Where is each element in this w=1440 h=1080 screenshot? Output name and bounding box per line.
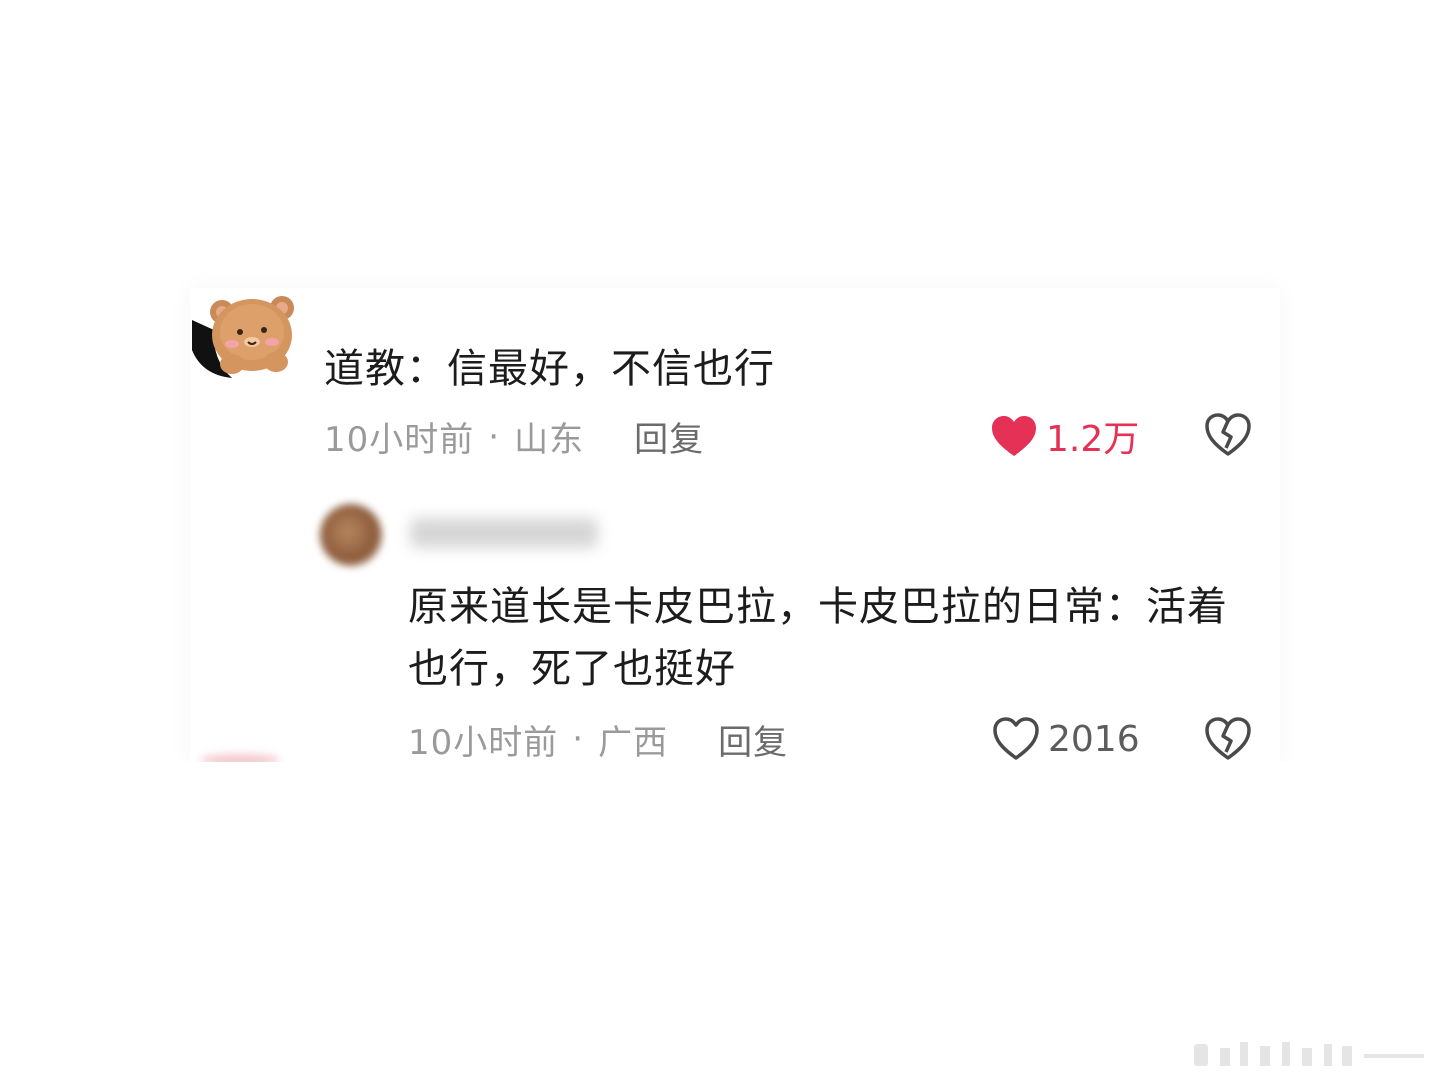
dislike-button[interactable] [1204,716,1252,766]
dislike-button[interactable] [1204,412,1252,462]
meta-separator: · [572,719,585,759]
reply-username-blurred[interactable] [410,518,598,548]
comment-text: 道教：信最好，不信也行 [324,346,775,392]
comment-location: 山东 [514,420,585,460]
like-button[interactable]: 2016 [992,716,1140,762]
comment-meta: 10小时前 · 山东 回复 [324,412,704,461]
bear-avatar-icon [192,296,294,378]
comment-location: 广西 [598,722,669,763]
like-button[interactable]: 1.2万 [990,410,1139,462]
broken-heart-icon [1205,717,1251,760]
avatar[interactable] [192,290,300,380]
like-count: 2016 [1048,718,1140,760]
comment-time: 10小时前 [324,420,475,460]
reply-button[interactable]: 回复 [718,716,788,763]
reply-button[interactable]: 回复 [634,412,704,461]
comment-time: 10小时前 [408,722,559,763]
screenshot-crop-edge [0,762,1440,1080]
meta-separator: · [488,416,501,457]
watermark-icon [1190,1034,1430,1074]
reply-avatar[interactable] [320,504,382,566]
reply-comment-text: 原来道长是卡皮巴拉，卡皮巴拉的日常：活着也行，死了也挺好 [408,584,1228,692]
heart-icon [992,416,1036,456]
like-count: 1.2万 [1046,419,1140,460]
reply-meta: 10小时前 · 广西 回复 [408,716,788,762]
broken-heart-icon [1205,413,1251,456]
heart-outline-icon [993,717,1039,760]
